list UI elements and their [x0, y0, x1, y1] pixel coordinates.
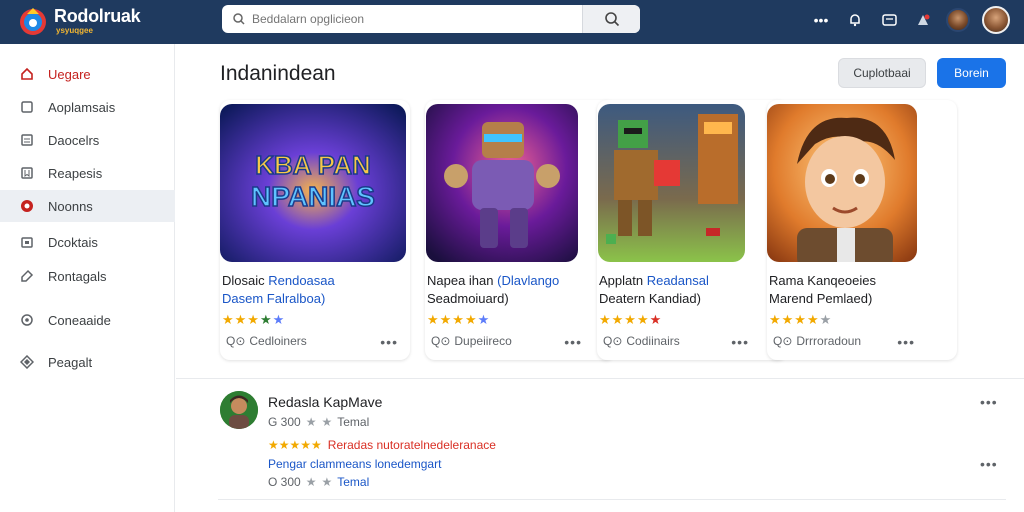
- reviewer-name[interactable]: Redasla KapMave: [268, 394, 382, 410]
- sidebar-item-label: Aoplamsais: [48, 99, 116, 115]
- app-card[interactable]: Rama Kanqeoeies Marend Pemlaed) ★★★★★ Q⊙…: [767, 100, 957, 360]
- sidebar-item-6[interactable]: Rontagals: [0, 260, 175, 292]
- more-horizontal-icon[interactable]: •••: [810, 9, 832, 31]
- top-bar: Rodolruak ysyuqgee •••: [0, 0, 1024, 44]
- app-artwork[interactable]: [426, 104, 578, 262]
- app-logo-icon[interactable]: [16, 4, 50, 38]
- app-card[interactable]: Napea ihan (Dlavlango Seadmoiuard) ★★★★★…: [425, 100, 615, 360]
- app-artwork[interactable]: KBA PAN NPANIAS: [220, 104, 406, 262]
- bookmark-icon: [19, 165, 35, 181]
- shield-icon: [19, 198, 35, 214]
- primary-button[interactable]: Borein: [937, 58, 1006, 88]
- review-rating-line: ★★★★★ Reradas nutoratelnedeleranace: [268, 438, 496, 452]
- comment-icon: Q⊙: [603, 334, 623, 348]
- search-icon: [604, 12, 619, 27]
- search-button[interactable]: [582, 5, 640, 33]
- section-divider: [176, 378, 1024, 379]
- sidebar-item-label: Dcoktais: [48, 234, 98, 250]
- card-meta: Q⊙ Codiinairs: [603, 334, 680, 348]
- home-icon: [19, 66, 35, 82]
- rating-stars: ★★★★★: [222, 312, 286, 327]
- review-text: Pengar clammeans lonedemgart: [268, 457, 442, 471]
- comment-icon: Q⊙: [226, 334, 246, 348]
- app-artwork[interactable]: [767, 104, 917, 262]
- card-meta: Q⊙ Dupeiireco: [431, 334, 512, 348]
- brand-name[interactable]: Rodolruak: [54, 6, 141, 27]
- top-icons: •••: [810, 6, 1010, 34]
- card-title: Applatn Readansal: [599, 273, 709, 288]
- card-meta: Q⊙ Drrroradoun: [773, 334, 862, 348]
- review-meta: G 300 ★ ★ Temal: [268, 415, 370, 429]
- card-title: Dlosaic Rendoasaa: [222, 273, 335, 288]
- notifications-icon[interactable]: [912, 9, 934, 31]
- comment-icon: Q⊙: [431, 334, 451, 348]
- card-subtitle: Deatern Kandiad): [599, 291, 701, 306]
- sidebar-item-7[interactable]: Coneaaide: [0, 304, 175, 336]
- section-divider: [218, 499, 1006, 500]
- sidebar-item-4[interactable]: Noonns: [0, 190, 175, 222]
- rating-stars: ★★★★★: [427, 312, 491, 327]
- page-title: Indanindean: [220, 62, 336, 85]
- secondary-button[interactable]: Cuplotbaai: [838, 58, 926, 88]
- more-icon[interactable]: •••: [380, 334, 398, 350]
- rating-stars: ★★★★★: [769, 312, 833, 327]
- sidebar-item-label: Rontagals: [48, 268, 107, 284]
- sidebar-item-1[interactable]: Aoplamsais: [0, 91, 175, 123]
- sidebar-item-label: Peagalt: [48, 354, 93, 370]
- sidebar-item-label: Uegare: [48, 66, 91, 82]
- sidebar-item-label: Daocelrs: [48, 132, 100, 148]
- apps-icon: [19, 99, 35, 115]
- artwork-title-line1: KBA PAN: [255, 150, 371, 180]
- card-title: Rama Kanqeoeies: [769, 273, 876, 288]
- card-subtitle: Dasem Falralboa): [222, 291, 326, 306]
- calendar-icon: [19, 234, 35, 250]
- app-artwork[interactable]: [598, 104, 745, 262]
- comment-icon: Q⊙: [773, 334, 793, 348]
- review-meta-secondary: O 300 ★ ★ Temal: [268, 475, 370, 489]
- card-meta: Q⊙ Cedloiners: [226, 334, 307, 348]
- sidebar-item-5[interactable]: Dcoktais: [0, 226, 175, 258]
- reviewer-avatar[interactable]: [220, 391, 258, 429]
- more-icon[interactable]: •••: [980, 456, 998, 472]
- sidebar-item-2[interactable]: Daocelrs: [0, 124, 175, 156]
- card-title: Napea ihan (Dlavlango: [427, 273, 560, 288]
- user-avatar-small[interactable]: [946, 8, 970, 32]
- artwork-title-line2: NPANIAS: [251, 181, 375, 212]
- search-lead-icon: [233, 13, 245, 25]
- rating-stars: ★★★★★: [599, 312, 663, 327]
- card-subtitle: Marend Pemlaed): [769, 291, 873, 306]
- more-icon[interactable]: •••: [897, 334, 915, 350]
- more-icon[interactable]: •••: [564, 334, 582, 350]
- sidebar-item-3[interactable]: Reapesis: [0, 157, 175, 189]
- sidebar: Uegare Aoplamsais Daocelrs Reapesis Noon…: [0, 44, 175, 512]
- sidebar-item-label: Reapesis: [48, 165, 103, 181]
- list-icon: [19, 132, 35, 148]
- search-input[interactable]: [252, 12, 592, 26]
- more-icon[interactable]: •••: [980, 394, 998, 410]
- rating-stars: ★★★★★: [268, 438, 322, 452]
- sidebar-item-0[interactable]: Uegare: [0, 58, 175, 90]
- sidebar-item-label: Coneaaide: [48, 312, 111, 328]
- diamond-icon: [19, 354, 35, 370]
- user-avatar[interactable]: [982, 6, 1010, 34]
- app-card[interactable]: KBA PAN NPANIAS Dlosaic Rendoasaa Dasem …: [220, 100, 410, 360]
- message-icon[interactable]: [878, 9, 900, 31]
- circle-icon: [19, 312, 35, 328]
- bell-icon[interactable]: [844, 9, 866, 31]
- tag-icon: [19, 268, 35, 284]
- app-card[interactable]: Applatn Readansal Deatern Kandiad) ★★★★★…: [597, 100, 787, 360]
- more-icon[interactable]: •••: [731, 334, 749, 350]
- card-subtitle: Seadmoiuard): [427, 291, 509, 306]
- brand-tagline: ysyuqgee: [56, 26, 93, 35]
- search-bar[interactable]: [222, 5, 640, 33]
- sidebar-item-8[interactable]: Peagalt: [0, 346, 175, 378]
- sidebar-item-label: Noonns: [48, 198, 93, 214]
